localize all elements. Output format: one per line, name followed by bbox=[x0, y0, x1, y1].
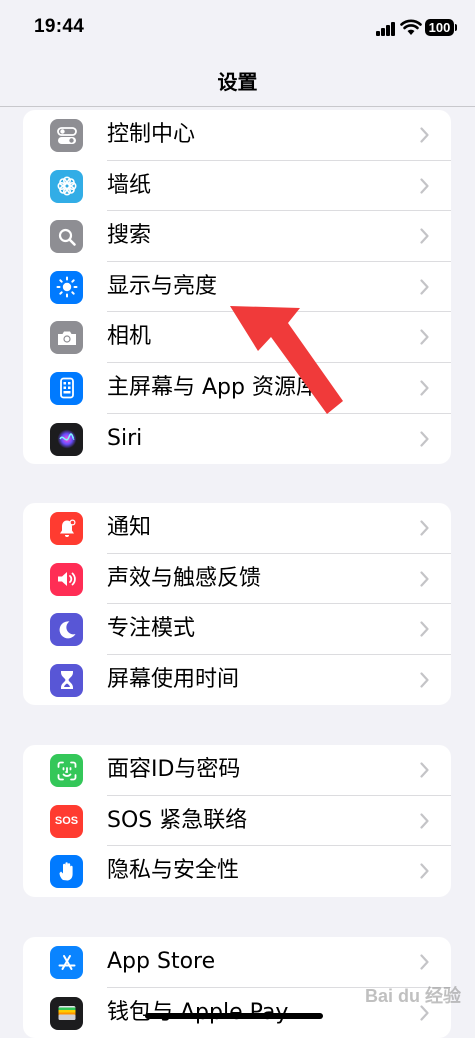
chevron-right-icon bbox=[420, 812, 429, 829]
flower-icon bbox=[50, 169, 83, 203]
chevron-right-icon bbox=[420, 954, 429, 970]
settings-row[interactable]: SOS SOS 紧急联络 bbox=[23, 796, 451, 847]
cellular-signal-icon bbox=[376, 20, 396, 36]
settings-group: 面容ID与密码 SOS SOS 紧急联络 隐私与安全性 bbox=[23, 745, 451, 897]
settings-row-label: 墙纸 bbox=[107, 172, 152, 198]
chevron-right-icon bbox=[420, 228, 429, 244]
settings-row[interactable]: 相机 bbox=[23, 312, 451, 363]
settings-row-label: 显示与亮度 bbox=[107, 273, 218, 299]
settings-row[interactable]: 主屏幕与 App 资源库 bbox=[23, 363, 451, 414]
settings-group: 通知声效与触感反馈 专注模式屏幕使用时间 bbox=[23, 503, 451, 706]
settings-row-label: App Store bbox=[107, 949, 216, 974]
search-icon bbox=[50, 220, 83, 254]
settings-row-label: 控制中心 bbox=[107, 122, 196, 147]
settings-row[interactable]: Siri bbox=[23, 414, 451, 465]
home-screen-icon bbox=[50, 371, 83, 405]
nav-bar: 设置 bbox=[0, 58, 475, 107]
camera-icon bbox=[50, 321, 83, 355]
status-bar: 19:44 100 bbox=[0, 0, 475, 58]
chevron-right-icon bbox=[420, 430, 429, 447]
status-time: 19:44 bbox=[34, 16, 85, 37]
bell-icon bbox=[50, 512, 83, 545]
chevron-right-icon bbox=[420, 329, 429, 345]
chevron-right-icon bbox=[420, 672, 429, 688]
page-title: 设置 bbox=[217, 70, 258, 94]
settings-row-label: 隐私与安全性 bbox=[107, 858, 240, 884]
settings-row-label: 面容ID与密码 bbox=[107, 757, 241, 782]
chevron-right-icon bbox=[420, 279, 429, 295]
chevron-right-icon bbox=[420, 621, 429, 637]
sos-icon-text: SOS bbox=[54, 815, 79, 828]
battery-icon: 100 bbox=[425, 19, 457, 36]
settings-row-label: Siri bbox=[107, 425, 143, 451]
face-id-icon bbox=[50, 754, 83, 787]
hand-icon bbox=[50, 855, 83, 889]
settings-row[interactable]: 面容ID与密码 bbox=[23, 745, 451, 796]
watermark: Bai du 经验 bbox=[365, 986, 462, 1006]
chevron-right-icon bbox=[420, 863, 429, 879]
hourglass-icon bbox=[50, 663, 83, 697]
sun-icon bbox=[50, 270, 83, 304]
settings-row[interactable]: 声效与触感反馈 bbox=[23, 554, 451, 605]
settings-row[interactable]: App Store bbox=[23, 937, 451, 988]
settings-row[interactable]: 专注模式 bbox=[23, 604, 451, 655]
siri-icon bbox=[50, 422, 83, 456]
settings-row[interactable]: 通知 bbox=[23, 503, 451, 554]
settings-row[interactable]: 控制中心 bbox=[23, 110, 451, 161]
home-indicator bbox=[145, 1013, 323, 1019]
wallet-icon bbox=[50, 996, 83, 1030]
settings-row-label: 通知 bbox=[107, 515, 152, 540]
chevron-right-icon bbox=[420, 177, 429, 194]
chevron-right-icon bbox=[420, 520, 429, 536]
settings-row-label: 主屏幕与 App 资源库 bbox=[107, 374, 318, 400]
speaker-icon bbox=[50, 562, 83, 596]
settings-row-label: SOS 紧急联络 bbox=[107, 807, 248, 833]
settings-row[interactable]: 显示与亮度 bbox=[23, 262, 451, 313]
settings-row-label: 搜索 bbox=[107, 223, 152, 249]
settings-row-label: 专注模式 bbox=[107, 616, 196, 642]
moon-icon bbox=[50, 613, 83, 647]
sos-icon: SOS bbox=[50, 804, 83, 838]
chevron-right-icon bbox=[420, 570, 429, 587]
chevron-right-icon bbox=[420, 762, 429, 778]
settings-row[interactable]: 屏幕使用时间 bbox=[23, 655, 451, 706]
app-store-icon bbox=[50, 946, 83, 979]
chevron-right-icon bbox=[420, 127, 429, 143]
settings-row[interactable]: 隐私与安全性 bbox=[23, 846, 451, 897]
settings-group: 控制中心墙纸搜索显示与亮度相机主屏幕与 App 资源库 Siri bbox=[23, 110, 451, 465]
chevron-right-icon bbox=[420, 380, 429, 396]
settings-row-label: 相机 bbox=[107, 324, 152, 350]
wifi-icon bbox=[400, 19, 422, 35]
settings-row-label: 声效与触感反馈 bbox=[107, 565, 262, 591]
settings-row-label: 屏幕使用时间 bbox=[107, 666, 240, 692]
toggle-icon bbox=[50, 119, 83, 152]
settings-row[interactable]: 墙纸 bbox=[23, 161, 451, 212]
settings-row[interactable]: 搜索 bbox=[23, 211, 451, 262]
